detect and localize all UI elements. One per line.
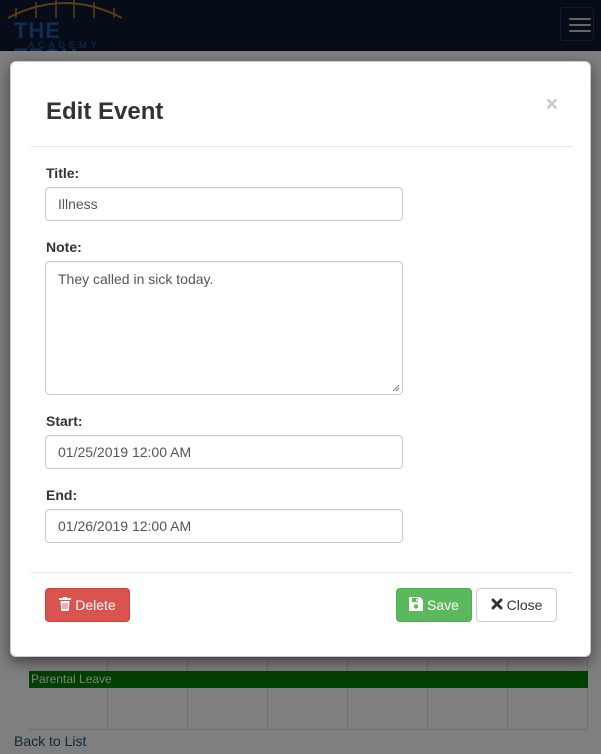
note-textarea[interactable]: They called in sick today. [45, 261, 403, 395]
delete-button-label: Delete [75, 597, 116, 613]
start-label: Start: [46, 413, 83, 429]
trash-icon [59, 597, 72, 612]
x-mark-icon [491, 598, 503, 610]
close-button-label: Close [506, 597, 543, 613]
save-button[interactable]: Save [396, 588, 472, 622]
note-label: Note: [46, 239, 82, 255]
modal-header: Edit Event × [31, 62, 572, 147]
close-button[interactable]: Close [476, 588, 557, 622]
title-input[interactable]: Illness [45, 187, 403, 221]
save-button-label: Save [427, 597, 459, 613]
end-label: End: [46, 487, 78, 503]
modal-close-icon[interactable]: × [546, 94, 558, 115]
end-datetime-input[interactable]: 01/26/2019 12:00 AM [45, 509, 403, 543]
delete-button[interactable]: Delete [45, 588, 130, 622]
floppy-disk-icon [409, 597, 424, 612]
title-label: Title: [46, 165, 80, 181]
edit-event-modal: Edit Event × Title: Illness Note: They c… [10, 61, 591, 657]
modal-footer-divider [31, 572, 572, 573]
modal-title: Edit Event [46, 98, 164, 125]
start-datetime-input[interactable]: 01/25/2019 12:00 AM [45, 435, 403, 469]
resize-grip-icon[interactable] [392, 384, 400, 392]
note-text: They called in sick today. [58, 271, 214, 287]
